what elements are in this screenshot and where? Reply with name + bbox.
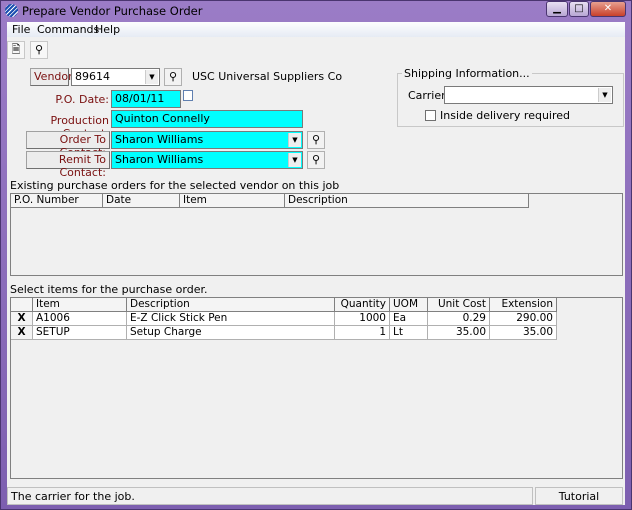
remit-to-contact-combo[interactable]: Sharon Williams ▼ (111, 151, 303, 169)
chevron-down-icon[interactable]: ▼ (288, 133, 301, 147)
existing-po-caption: Existing purchase orders for the selecte… (10, 179, 340, 192)
column-header[interactable]: UOM (390, 298, 428, 312)
find-binoculars-icon[interactable]: ⚲ (30, 41, 48, 59)
close-button[interactable]: ✕ (590, 1, 626, 17)
row-select-marker[interactable]: X (11, 312, 33, 326)
status-message: The carrier for the job. (7, 487, 533, 505)
table-cell[interactable]: Lt (390, 326, 428, 340)
items-grid[interactable]: Item Description Quantity UOM Unit Cost … (10, 297, 623, 479)
window-title: Prepare Vendor Purchase Order (22, 4, 203, 18)
app-logo-icon (5, 4, 18, 17)
order-to-binoculars-icon[interactable]: ⚲ (307, 131, 325, 149)
carrier-combo[interactable]: ▼ (444, 86, 613, 104)
table-cell[interactable]: 35.00 (490, 326, 557, 340)
chevron-down-icon[interactable]: ▼ (598, 88, 611, 102)
order-to-value: Sharon Williams (115, 133, 204, 146)
status-mode: Tutorial (535, 487, 623, 505)
existing-po-grid[interactable]: P.O. Number Date Item Description (10, 193, 623, 276)
vendor-value: 89614 (75, 70, 110, 83)
new-document-icon[interactable]: 🗎 (7, 41, 25, 59)
po-date-label: P.O. Date: (55, 93, 109, 106)
items-caption: Select items for the purchase order. (10, 283, 208, 296)
table-cell[interactable]: A1006 (33, 312, 127, 326)
minimize-button[interactable]: ▁ (546, 1, 568, 17)
vendor-name: USC Universal Suppliers Co (192, 70, 343, 83)
table-cell[interactable]: 1 (335, 326, 390, 340)
order-to-contact-combo[interactable]: Sharon Williams ▼ (111, 131, 303, 149)
chevron-down-icon[interactable]: ▼ (145, 70, 158, 84)
carrier-label: Carrier: (408, 89, 450, 102)
chevron-down-icon[interactable]: ▼ (288, 153, 301, 167)
order-to-contact-button[interactable]: Order To Contact: (26, 131, 110, 159)
shipping-group-title: Shipping Information... (402, 67, 532, 80)
menu-file[interactable]: File (12, 23, 30, 36)
remit-to-contact-button[interactable]: Remit To Contact: (26, 151, 110, 179)
menu-bar: File Commands Help (7, 22, 625, 37)
column-header[interactable]: Quantity (335, 298, 390, 312)
column-header[interactable]: Item (180, 194, 285, 208)
table-cell[interactable]: 290.00 (490, 312, 557, 326)
vendor-search-binoculars-icon[interactable]: ⚲ (164, 68, 182, 86)
remit-to-value: Sharon Williams (115, 153, 204, 166)
vendor-button[interactable]: Vendor: (30, 68, 76, 86)
po-date-field[interactable]: 08/01/11 (111, 90, 181, 108)
table-cell[interactable]: 1000 (335, 312, 390, 326)
column-header[interactable]: Unit Cost (428, 298, 490, 312)
table-cell[interactable]: 0.29 (428, 312, 490, 326)
menu-help[interactable]: Help (95, 23, 120, 36)
column-header[interactable]: Description (127, 298, 335, 312)
table-cell[interactable]: Ea (390, 312, 428, 326)
row-select-marker[interactable]: X (11, 326, 33, 340)
column-header[interactable]: Item (33, 298, 127, 312)
table-cell[interactable]: 35.00 (428, 326, 490, 340)
maximize-button[interactable]: □ (569, 1, 589, 17)
column-header[interactable]: Extension (490, 298, 557, 312)
calendar-icon[interactable] (183, 90, 193, 101)
production-contact-field[interactable]: Quinton Connelly (111, 110, 303, 128)
table-cell[interactable]: E-Z Click Stick Pen (127, 312, 335, 326)
inside-delivery-checkbox[interactable] (425, 110, 436, 121)
table-cell[interactable]: Setup Charge (127, 326, 335, 340)
remit-to-binoculars-icon[interactable]: ⚲ (307, 151, 325, 169)
column-header[interactable] (11, 298, 33, 312)
menu-commands[interactable]: Commands (37, 23, 99, 36)
column-header[interactable]: P.O. Number (11, 194, 103, 208)
inside-delivery-label: Inside delivery required (440, 109, 571, 122)
column-header[interactable]: Date (103, 194, 180, 208)
column-header[interactable]: Description (285, 194, 529, 208)
vendor-combo[interactable]: 89614 ▼ (71, 68, 160, 86)
table-cell[interactable]: SETUP (33, 326, 127, 340)
